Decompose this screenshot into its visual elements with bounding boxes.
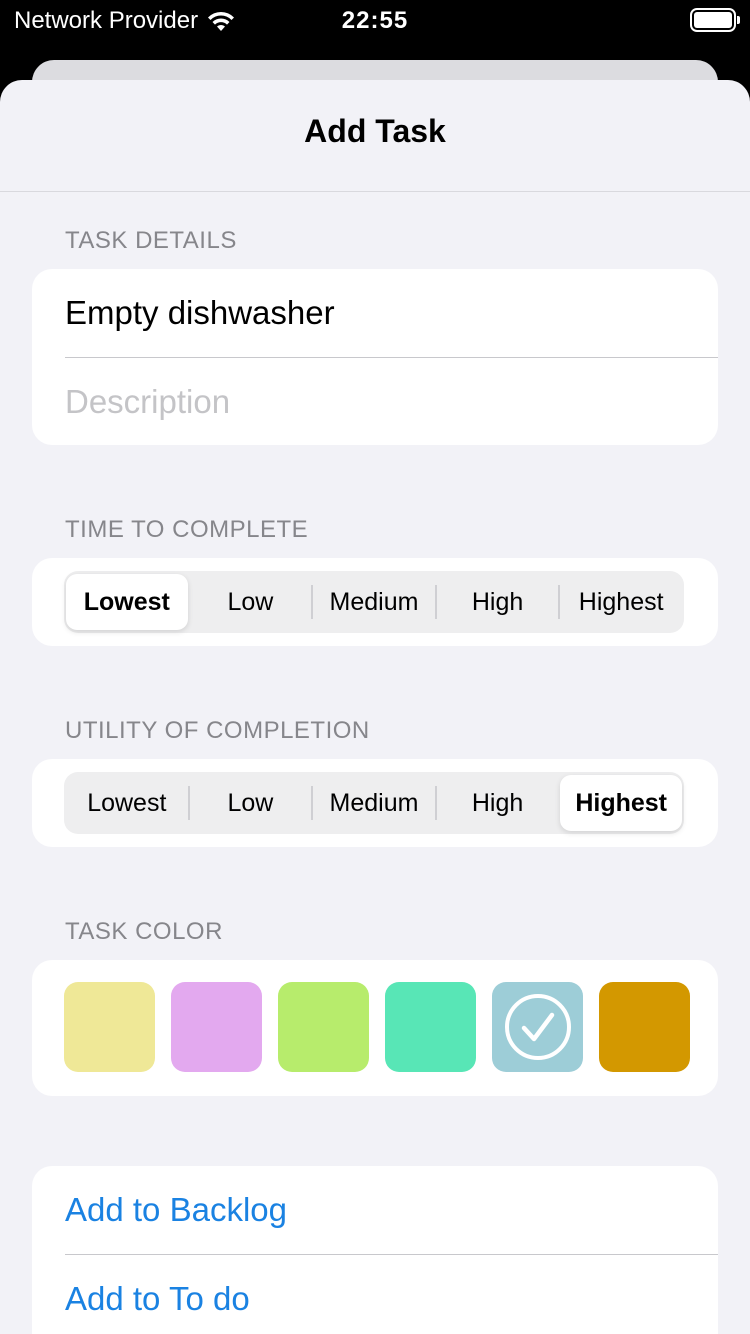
task-color-group bbox=[32, 960, 718, 1096]
color-swatch-orange[interactable] bbox=[599, 982, 690, 1072]
status-time: 22:55 bbox=[341, 7, 409, 34]
add-to-todo-button[interactable]: Add to To do bbox=[32, 1255, 718, 1334]
utility-segment-low[interactable]: Low bbox=[190, 775, 312, 831]
nav-bar: Add Task bbox=[0, 80, 750, 192]
battery-icon bbox=[690, 8, 740, 32]
color-swatch-mint[interactable] bbox=[385, 982, 476, 1072]
task-description-input[interactable] bbox=[65, 383, 685, 421]
time-segment-low[interactable]: Low bbox=[190, 574, 312, 630]
color-swatch-blue[interactable] bbox=[492, 982, 583, 1072]
checkmark-circle-icon bbox=[504, 994, 571, 1060]
task-description-row bbox=[32, 358, 718, 445]
time-segment-high[interactable]: High bbox=[437, 574, 559, 630]
time-to-complete-group: Lowest Low Medium High Highest bbox=[32, 558, 718, 646]
section-header-time-to-complete: TIME TO COMPLETE bbox=[65, 516, 309, 543]
status-bar: Network Provider 22:55 bbox=[0, 0, 750, 42]
color-swatch-lime[interactable] bbox=[278, 982, 369, 1072]
page-title: Add Task bbox=[304, 113, 446, 149]
task-title-input[interactable] bbox=[65, 294, 685, 332]
add-task-sheet: Add Task TASK DETAILS TIME TO COMPLETE L… bbox=[0, 80, 750, 1334]
task-title-row bbox=[32, 269, 718, 357]
utility-segment-high[interactable]: High bbox=[437, 775, 559, 831]
utility-segment-medium[interactable]: Medium bbox=[313, 775, 435, 831]
time-segment-medium[interactable]: Medium bbox=[313, 574, 435, 630]
utility-of-completion-group: Lowest Low Medium High Highest bbox=[32, 759, 718, 847]
section-header-task-details: TASK DETAILS bbox=[65, 227, 237, 254]
time-to-complete-segmented-control: Lowest Low Medium High Highest bbox=[64, 571, 684, 633]
time-segment-highest[interactable]: Highest bbox=[560, 574, 682, 630]
color-swatch-yellow[interactable] bbox=[64, 982, 155, 1072]
color-swatch-purple[interactable] bbox=[171, 982, 262, 1072]
time-segment-lowest[interactable]: Lowest bbox=[66, 574, 188, 630]
utility-segment-lowest[interactable]: Lowest bbox=[66, 775, 188, 831]
section-header-task-color: TASK COLOR bbox=[65, 918, 223, 945]
utility-segmented-control: Lowest Low Medium High Highest bbox=[64, 772, 684, 834]
task-details-group bbox=[32, 269, 718, 445]
utility-segment-highest[interactable]: Highest bbox=[560, 775, 682, 831]
section-header-utility-of-completion: UTILITY OF COMPLETION bbox=[65, 717, 370, 744]
color-swatch-row bbox=[64, 982, 690, 1072]
add-to-backlog-button[interactable]: Add to Backlog bbox=[32, 1166, 718, 1254]
actions-group: Add to Backlog Add to To do bbox=[32, 1166, 718, 1334]
